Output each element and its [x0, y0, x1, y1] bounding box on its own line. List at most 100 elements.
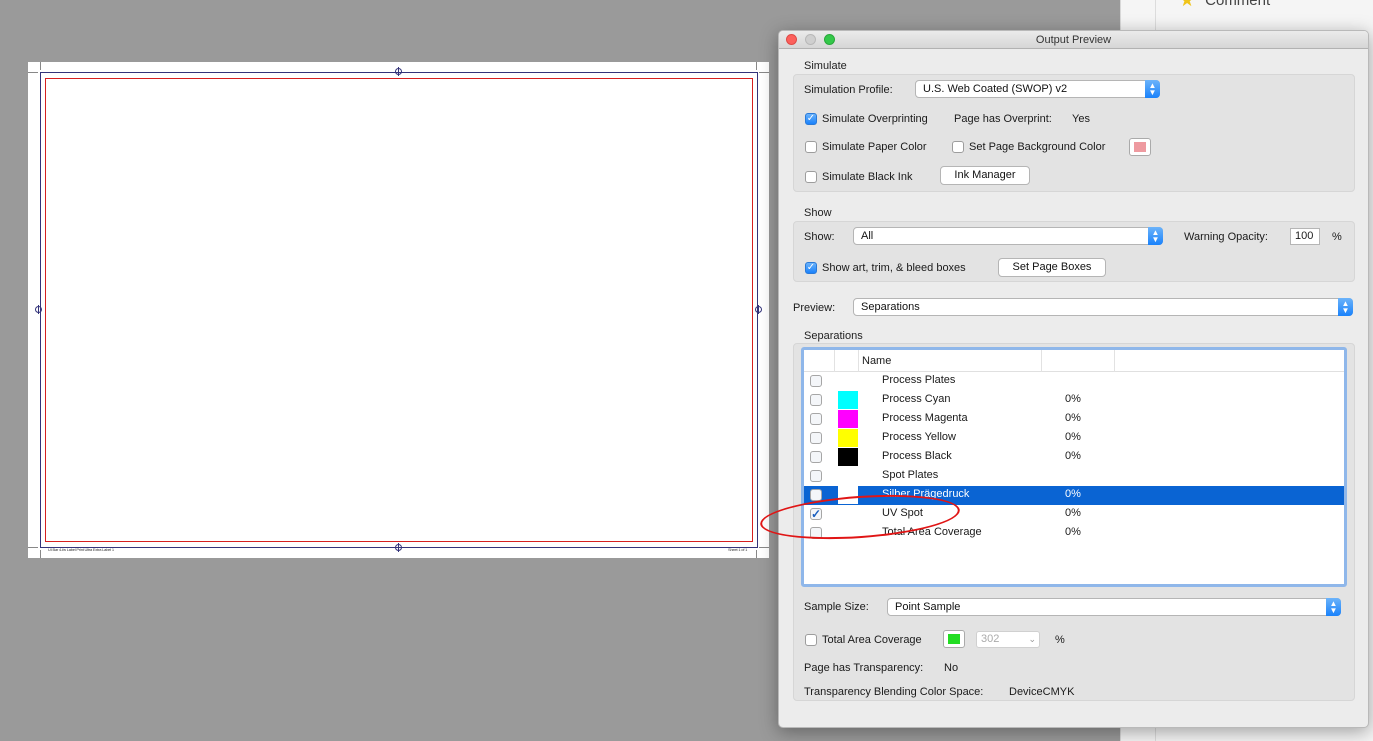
crop-mark: [28, 547, 38, 548]
title-bar[interactable]: Output Preview: [779, 31, 1368, 49]
comment-icon: ★: [1179, 0, 1196, 10]
show-value: All: [861, 230, 874, 242]
separation-visibility-checkbox[interactable]: [810, 375, 822, 387]
simulate-overprinting-label: Simulate Overprinting: [822, 113, 928, 125]
set-page-background-color-label: Set Page Background Color: [969, 141, 1106, 153]
crop-mark: [756, 550, 757, 558]
warning-opacity-percent: %: [1332, 231, 1342, 243]
show-boxes-label: Show art, trim, & bleed boxes: [822, 262, 966, 274]
show-select[interactable]: All ▲ ▼: [853, 227, 1163, 245]
simulation-profile-select[interactable]: U.S. Web Coated (SWOP) v2 ▲ ▼: [915, 80, 1160, 98]
ink-manager-button[interactable]: Ink Manager: [940, 166, 1030, 185]
separation-row[interactable]: Spot Plates: [804, 467, 1344, 486]
crop-mark: [756, 62, 757, 70]
select-arrows-icon: ▲ ▼: [1148, 227, 1163, 245]
crop-mark: [759, 547, 769, 548]
comment-label: Comment: [1205, 0, 1271, 9]
total-area-coverage-checkbox[interactable]: [805, 634, 817, 646]
separations-header: Name: [804, 350, 1344, 372]
overprint-status-value: Yes: [1072, 113, 1090, 125]
chevron-down-icon: ⌄: [1028, 634, 1036, 644]
set-page-boxes-button[interactable]: Set Page Boxes: [998, 258, 1106, 277]
preview-value: Separations: [861, 301, 920, 313]
preview-label: Preview:: [793, 302, 836, 314]
select-arrows-icon: ▲ ▼: [1326, 598, 1341, 616]
separation-percent: 0%: [1065, 488, 1081, 500]
separations-list[interactable]: Name Process Plates Process Cyan 0% Process…: [801, 347, 1347, 587]
separations-section-label: Separations: [804, 330, 863, 342]
transparency-label: Page has Transparency:: [804, 662, 924, 674]
simulate-overprinting-checkbox[interactable]: ✓: [805, 113, 817, 125]
simulate-paper-color-label: Simulate Paper Color: [822, 141, 927, 153]
dialog-title: Output Preview: [1035, 34, 1112, 46]
total-area-coverage-label: Total Area Coverage: [822, 634, 922, 646]
header-check-column: [804, 350, 835, 372]
simulate-paper-color-checkbox[interactable]: [805, 141, 817, 153]
separation-name: Process Plates: [882, 374, 956, 386]
separation-row[interactable]: Process Black 0%: [804, 448, 1344, 467]
separation-visibility-checkbox[interactable]: [810, 470, 822, 482]
separation-row[interactable]: Process Plates: [804, 372, 1344, 391]
sample-size-select[interactable]: Point Sample ▲ ▼: [887, 598, 1341, 616]
separation-percent: 0%: [1065, 431, 1081, 443]
background-color-swatch[interactable]: [1129, 138, 1151, 156]
coverage-color-swatch[interactable]: [943, 630, 965, 648]
separation-percent: 0%: [1065, 526, 1081, 538]
crop-mark: [40, 550, 41, 558]
coverage-value-combo[interactable]: 302 ⌄: [976, 631, 1040, 648]
simulation-profile-label: Simulation Profile:: [804, 84, 893, 96]
comment-tool[interactable]: ★ Comment: [1179, 0, 1270, 11]
crop-mark: [759, 72, 769, 73]
registration-mark: [395, 543, 402, 552]
separation-percent: 0%: [1065, 393, 1081, 405]
overprint-status-label: Page has Overprint:: [954, 113, 1052, 125]
separation-row[interactable]: Process Magenta 0%: [804, 410, 1344, 429]
registration-mark: [35, 305, 42, 314]
separation-name: Process Magenta: [882, 412, 968, 424]
document-page: UI Bar 4-fw Label Print Ultra Extra Labe…: [28, 62, 769, 558]
header-name-column[interactable]: Name: [859, 350, 1042, 372]
preview-select[interactable]: Separations ▲ ▼: [853, 298, 1353, 316]
slug-text-left: UI Bar 4-fw Label Print Ultra Extra Labe…: [48, 547, 114, 552]
separation-row[interactable]: Process Cyan 0%: [804, 391, 1344, 410]
separation-color-swatch: [838, 410, 858, 428]
separation-name: Process Cyan: [882, 393, 951, 405]
crop-mark: [28, 72, 38, 73]
set-page-background-color-checkbox[interactable]: [952, 141, 964, 153]
blending-space-label: Transparency Blending Color Space:: [804, 686, 984, 698]
coverage-percent: %: [1055, 634, 1065, 646]
separation-visibility-checkbox[interactable]: [810, 394, 822, 406]
registration-mark: [395, 67, 402, 76]
coverage-value: 302: [981, 633, 1000, 645]
swatch-fill: [948, 634, 960, 644]
crop-mark: [40, 62, 41, 70]
transparency-value: No: [944, 662, 959, 674]
show-label: Show:: [804, 231, 835, 243]
warning-opacity-label: Warning Opacity:: [1184, 231, 1268, 243]
separation-visibility-checkbox[interactable]: [810, 432, 822, 444]
output-preview-dialog: Output Preview Simulate Simulation Profi…: [778, 30, 1369, 728]
separation-color-swatch: [838, 429, 858, 447]
simulate-black-ink-label: Simulate Black Ink: [822, 171, 913, 183]
trim-box: [45, 78, 753, 542]
separation-visibility-checkbox[interactable]: [810, 451, 822, 463]
simulation-profile-value: U.S. Web Coated (SWOP) v2: [923, 83, 1068, 95]
separation-percent: 0%: [1065, 507, 1081, 519]
separation-name: Process Black: [882, 450, 952, 462]
simulate-section-label: Simulate: [804, 60, 847, 72]
separation-visibility-checkbox[interactable]: [810, 413, 822, 425]
registration-mark: [755, 305, 762, 314]
separation-color-swatch: [838, 391, 858, 409]
sample-size-label: Sample Size:: [804, 601, 869, 613]
swatch-fill: [1134, 142, 1146, 152]
show-section-label: Show: [804, 207, 832, 219]
simulate-black-ink-checkbox[interactable]: [805, 171, 817, 183]
warning-opacity-input[interactable]: 100: [1290, 228, 1320, 245]
separation-color-swatch: [838, 448, 858, 466]
show-boxes-checkbox[interactable]: ✓: [805, 262, 817, 274]
sample-size-value: Point Sample: [895, 601, 961, 613]
separation-percent: 0%: [1065, 450, 1081, 462]
separation-row[interactable]: Process Yellow 0%: [804, 429, 1344, 448]
separation-name: Process Yellow: [882, 431, 956, 443]
select-arrows-icon: ▲ ▼: [1338, 298, 1353, 316]
